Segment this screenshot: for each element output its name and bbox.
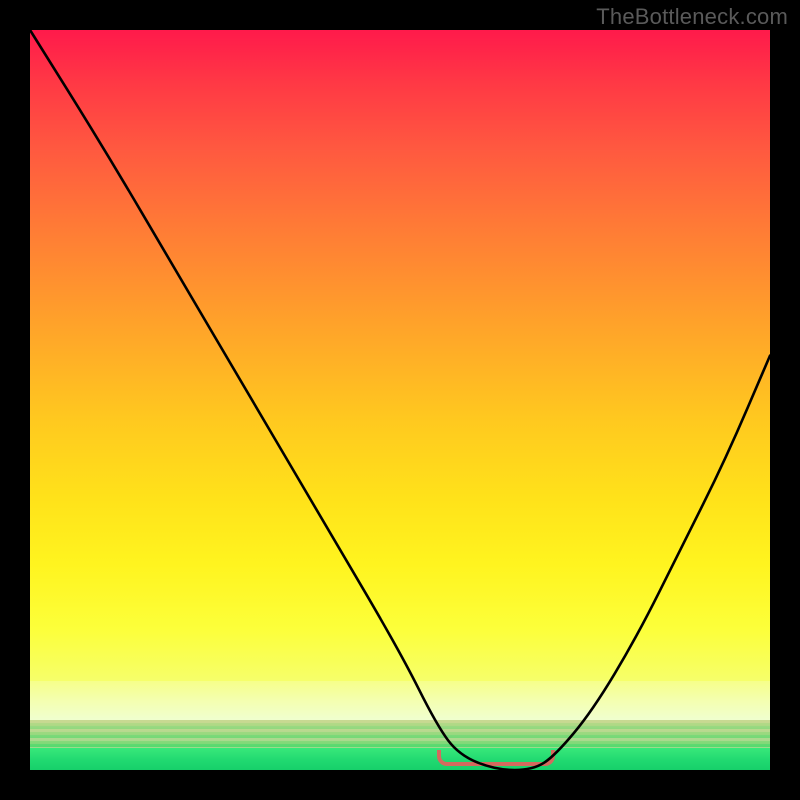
chart-frame: TheBottleneck.com (0, 0, 800, 800)
watermark-text: TheBottleneck.com (596, 4, 788, 30)
plot-area (30, 30, 770, 770)
bottleneck-curve (30, 30, 770, 770)
